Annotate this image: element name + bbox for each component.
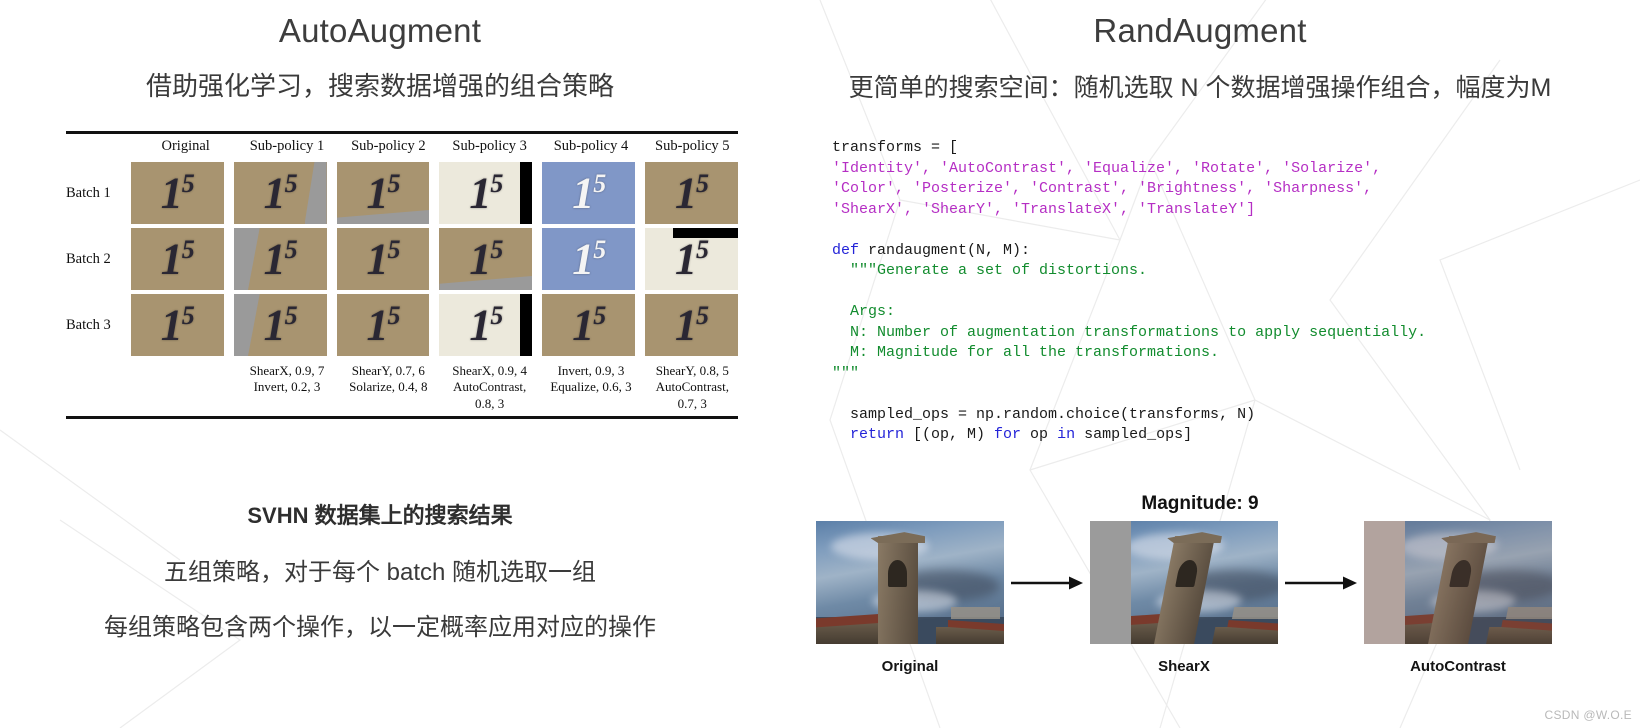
operation-line-2: Solarize, 0.4, 8 bbox=[349, 379, 428, 395]
table-row: Batch 3 15 15 15 15 15 15 bbox=[66, 294, 738, 356]
sample-thumbnail: 15 bbox=[233, 294, 327, 356]
sample-thumbnail: 15 bbox=[542, 228, 636, 290]
code-line-8-arg-n: N: Number of augmentation transformation… bbox=[832, 323, 1427, 341]
sample-thumbnail: 15 bbox=[130, 294, 224, 356]
operation-line-2: Equalize, 0.6, 3 bbox=[550, 379, 632, 395]
operation-line-2: AutoContrast, 0.8, 3 bbox=[452, 379, 527, 411]
column-header-subpolicy-3: Sub-policy 3 bbox=[452, 138, 527, 154]
figure-column-headers: Original Sub-policy 1 Sub-policy 2 Sub-p… bbox=[66, 134, 738, 158]
arrow-right-icon bbox=[1004, 521, 1090, 644]
left-title-cn: 借助强化学习，搜索数据增强的组合策略 bbox=[145, 71, 614, 101]
left-title-en: AutoAugment bbox=[278, 12, 482, 49]
sample-thumbnail: 15 bbox=[645, 294, 738, 356]
slide-root: AutoAugment 借助强化学习，搜索数据增强的组合策略 Original … bbox=[0, 0, 1640, 728]
sample-thumbnail: 15 bbox=[542, 162, 636, 224]
figure-sample-grid: Batch 1 15 15 15 15 15 15 Batch 2 15 15 … bbox=[66, 158, 738, 360]
code-keyword-return: return bbox=[832, 426, 905, 443]
notes-line-1: 五组策略，对于每个 batch 随机选取一组 bbox=[163, 559, 597, 586]
sample-thumbnail: 15 bbox=[336, 162, 430, 224]
sample-thumbnail: 15 bbox=[130, 228, 224, 290]
code-line-3: 'Color', 'Posterize', 'Contrast', 'Brigh… bbox=[832, 180, 1373, 197]
sample-thumbnail: 15 bbox=[233, 162, 327, 224]
figure-rule-bottom bbox=[66, 415, 738, 419]
code-line-11-sampled-ops: sampled_ops = np.random.choice(transform… bbox=[832, 405, 1256, 423]
row-label-batch-1: Batch 1 bbox=[66, 184, 111, 201]
table-row: Batch 2 15 15 15 15 15 15 bbox=[66, 228, 738, 290]
operation-cell-subpolicy-1: ShearX, 0.9, 7 Invert, 0.2, 3 bbox=[241, 363, 332, 412]
operation-line-1: ShearX, 0.9, 7 bbox=[249, 363, 325, 378]
photo-original bbox=[816, 521, 1004, 644]
operation-cell-subpolicy-3: ShearX, 0.9, 4 AutoContrast, 0.8, 3 bbox=[444, 363, 535, 412]
sample-thumbnail: 15 bbox=[439, 294, 533, 356]
code-line-9-arg-m: M: Magnitude for all the transformations… bbox=[832, 344, 1220, 361]
notes-line-2: 每组策略包含两个操作，以一定概率应用对应的操作 bbox=[104, 614, 656, 641]
notes-heading: SVHN 数据集上的搜索结果 bbox=[247, 503, 513, 528]
operation-cell-subpolicy-5: ShearY, 0.8, 5 AutoContrast, 0.7, 3 bbox=[647, 363, 738, 412]
code-line-12-part-c: sampled_ops] bbox=[1075, 426, 1193, 443]
randaugment-code-block: transforms = [ 'Identity', 'AutoContrast… bbox=[832, 138, 1426, 446]
code-line-12-part-b: op bbox=[1021, 426, 1058, 443]
code-keyword-for: for bbox=[994, 426, 1022, 443]
code-line-10-docstring-end: """ bbox=[832, 364, 860, 382]
code-keyword-def: def bbox=[832, 241, 860, 259]
figure-operation-labels: ShearX, 0.9, 7 Invert, 0.2, 3 ShearY, 0.… bbox=[66, 360, 738, 416]
photo-cell-original: Original bbox=[816, 521, 1004, 675]
operation-line-1: ShearY, 0.8, 5 bbox=[655, 363, 729, 378]
watermark: CSDN @W.O.E bbox=[1544, 708, 1632, 722]
operation-line-2: Invert, 0.2, 3 bbox=[253, 379, 321, 395]
sample-thumbnail: 15 bbox=[439, 162, 533, 224]
table-row: Batch 1 15 15 15 15 15 15 bbox=[66, 162, 738, 224]
column-header-original: Original bbox=[161, 138, 210, 154]
augmentation-example-row: Original ShearX AutoContrast bbox=[816, 521, 1552, 675]
autoaugment-figure: Original Sub-policy 1 Sub-policy 2 Sub-p… bbox=[66, 131, 738, 419]
sample-thumbnail: 15 bbox=[439, 228, 533, 290]
sample-thumbnail: 15 bbox=[645, 162, 738, 224]
code-line-4: 'ShearX', 'ShearY', 'TranslateX', 'Trans… bbox=[832, 200, 1256, 218]
operation-cell-subpolicy-2: ShearY, 0.7, 6 Solarize, 0.4, 8 bbox=[343, 363, 434, 412]
code-keyword-in: in bbox=[1057, 426, 1076, 443]
photo-caption-autocontrast: AutoContrast bbox=[1410, 658, 1506, 675]
row-label-batch-2: Batch 2 bbox=[66, 250, 111, 267]
photo-caption-original: Original bbox=[881, 658, 939, 675]
code-line-5-signature: randaugment(N, M): bbox=[859, 241, 1031, 259]
sample-thumbnail: 15 bbox=[542, 294, 636, 356]
code-line-6-docstring: """Generate a set of distortions. bbox=[832, 262, 1148, 279]
right-title-cn: 更简单的搜索空间：随机选取 N 个数据增强操作组合，幅度为M bbox=[848, 74, 1552, 102]
photo-cell-shearx: ShearX bbox=[1090, 521, 1278, 675]
photo-autocontrast bbox=[1364, 521, 1552, 644]
code-line-2: 'Identity', 'AutoContrast', 'Equalize', … bbox=[832, 159, 1382, 177]
sample-thumbnail: 15 bbox=[336, 294, 430, 356]
sample-thumbnail: 15 bbox=[130, 162, 224, 224]
operation-line-2: AutoContrast, 0.7, 3 bbox=[655, 379, 729, 411]
right-title-en: RandAugment bbox=[1093, 12, 1307, 49]
column-header-subpolicy-2: Sub-policy 2 bbox=[351, 138, 426, 154]
row-label-batch-3: Batch 3 bbox=[66, 316, 111, 333]
magnitude-title: Magnitude: 9 bbox=[1141, 493, 1259, 514]
arrow-right-icon bbox=[1278, 521, 1364, 644]
column-header-subpolicy-5: Sub-policy 5 bbox=[655, 138, 730, 154]
photo-caption-shearx: ShearX bbox=[1158, 658, 1210, 675]
operation-line-1: Invert, 0.9, 3 bbox=[557, 363, 625, 378]
left-notes: SVHN 数据集上的搜索结果 五组策略，对于每个 batch 随机选取一组 每组… bbox=[0, 498, 760, 662]
operation-line-1: ShearX, 0.9, 4 bbox=[452, 363, 528, 378]
photo-shearx bbox=[1090, 521, 1278, 644]
right-panel-randaugment: RandAugment 更简单的搜索空间：随机选取 N 个数据增强操作组合，幅度… bbox=[760, 0, 1640, 728]
sample-thumbnail: 15 bbox=[645, 228, 738, 290]
operation-cell-subpolicy-4: Invert, 0.9, 3 Equalize, 0.6, 3 bbox=[545, 363, 636, 412]
sample-thumbnail: 15 bbox=[233, 228, 327, 290]
operation-line-1: ShearY, 0.7, 6 bbox=[351, 363, 425, 378]
column-header-subpolicy-4: Sub-policy 4 bbox=[553, 138, 629, 154]
left-panel-autoaugment: AutoAugment 借助强化学习，搜索数据增强的组合策略 Original … bbox=[0, 0, 760, 728]
code-line-12-part-a: [(op, M) bbox=[904, 426, 995, 443]
code-line-7-args: Args: bbox=[832, 303, 896, 320]
photo-cell-autocontrast: AutoContrast bbox=[1364, 521, 1552, 675]
code-line-1: transforms = [ bbox=[832, 139, 959, 156]
sample-thumbnail: 15 bbox=[336, 228, 430, 290]
column-header-subpolicy-1: Sub-policy 1 bbox=[249, 138, 325, 154]
